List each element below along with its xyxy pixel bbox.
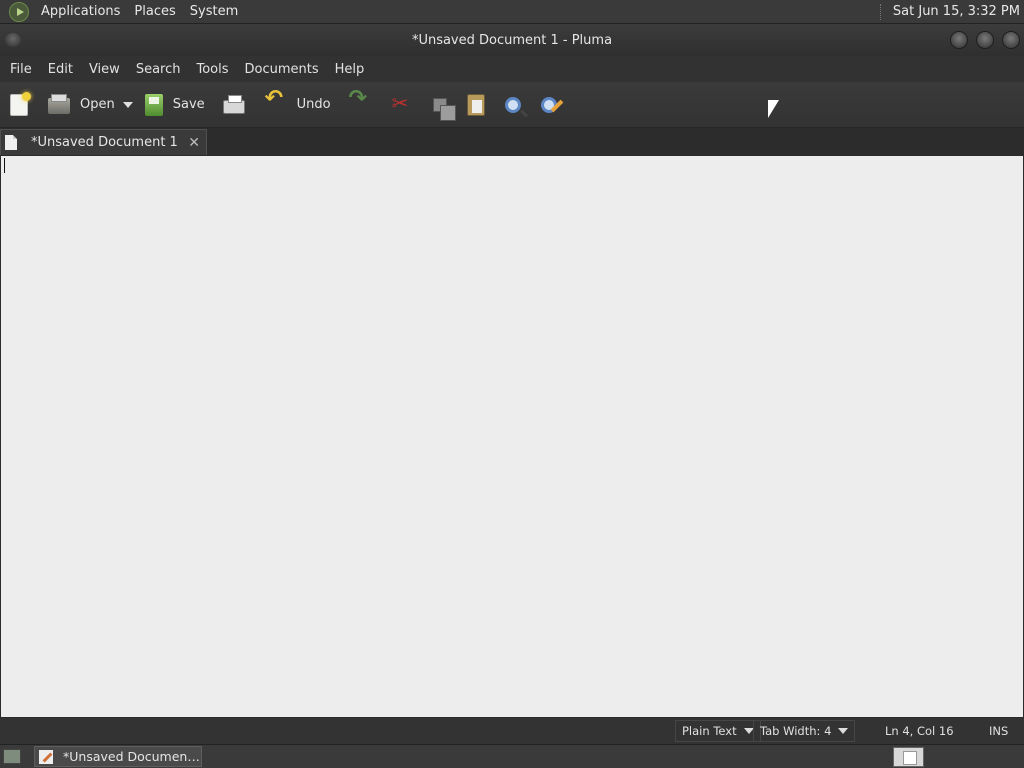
- redo-icon: [349, 86, 371, 116]
- replace-button[interactable]: [540, 90, 557, 120]
- bottom-panel: *Unsaved Documen…: [0, 744, 1024, 768]
- text-editor[interactable]: [1, 156, 1023, 717]
- save-label: Save: [172, 97, 205, 112]
- undo-icon: [265, 86, 287, 116]
- mate-menu-icon[interactable]: [9, 1, 29, 22]
- cut-button[interactable]: [391, 90, 413, 120]
- save-button[interactable]: Save: [144, 90, 205, 120]
- undo-button[interactable]: Undo: [265, 86, 331, 120]
- tab-width-selector[interactable]: Tab Width: 4: [753, 720, 856, 742]
- system-menu[interactable]: System: [183, 4, 245, 19]
- redo-button[interactable]: [349, 86, 371, 120]
- text-caret: [4, 158, 5, 173]
- close-tab-icon[interactable]: ✕: [188, 135, 200, 151]
- show-desktop-icon[interactable]: [3, 749, 21, 764]
- find-button[interactable]: [504, 90, 521, 120]
- open-button[interactable]: Open: [48, 90, 115, 120]
- window-titlebar[interactable]: *Unsaved Document 1 - Pluma: [0, 24, 1024, 56]
- clock[interactable]: Sat Jun 15, 3:32 PM: [893, 4, 1020, 19]
- print-button[interactable]: [222, 90, 245, 120]
- tab-label: *Unsaved Document 1: [31, 135, 178, 150]
- editor-line: [4, 158, 1020, 176]
- insert-mode-indicator: INS: [989, 724, 1009, 738]
- new-button[interactable]: [10, 90, 31, 120]
- menu-file[interactable]: File: [3, 62, 39, 77]
- undo-label: Undo: [296, 97, 331, 112]
- document-tabstrip: *Unsaved Document 1 ✕: [0, 128, 1024, 155]
- window-title: *Unsaved Document 1 - Pluma: [411, 32, 613, 48]
- language-label: Plain Text: [682, 724, 737, 738]
- menu-documents[interactable]: Documents: [238, 62, 326, 77]
- menubar: File Edit View Search Tools Documents He…: [0, 56, 1024, 82]
- document-icon: [5, 135, 17, 150]
- pluma-icon: [39, 749, 53, 764]
- tab-width-label: Tab Width: 4: [760, 724, 832, 738]
- taskbar-item-pluma[interactable]: *Unsaved Documen…: [34, 746, 202, 767]
- print-icon: [222, 94, 245, 114]
- find-icon: [504, 96, 521, 113]
- save-icon: [144, 93, 163, 116]
- places-menu[interactable]: Places: [127, 4, 182, 19]
- open-label: Open: [80, 97, 115, 112]
- menu-edit[interactable]: Edit: [41, 62, 80, 77]
- panel-separator: [879, 3, 882, 20]
- language-selector[interactable]: Plain Text: [675, 720, 761, 742]
- copy-icon: [432, 97, 456, 121]
- tab-unsaved-document-1[interactable]: *Unsaved Document 1 ✕: [0, 129, 207, 155]
- statusbar: Plain Text Tab Width: 4 Ln 4, Col 16 INS: [0, 718, 1024, 744]
- toolbar: Open Save Undo: [0, 82, 1024, 128]
- window-menu-button[interactable]: [5, 33, 21, 47]
- paste-button[interactable]: [466, 90, 485, 120]
- copy-button[interactable]: [432, 90, 456, 121]
- menu-tools[interactable]: Tools: [189, 62, 235, 77]
- open-recent-dropdown[interactable]: [122, 101, 133, 108]
- cut-icon: [391, 91, 413, 116]
- menu-search[interactable]: Search: [129, 62, 188, 77]
- top-panel: Applications Places System Sat Jun 15, 3…: [0, 0, 1024, 24]
- find-replace-icon: [540, 96, 557, 113]
- cursor-position: Ln 4, Col 16: [885, 724, 954, 738]
- taskbar-item-label: *Unsaved Documen…: [63, 749, 200, 764]
- close-window-button[interactable]: [1002, 31, 1020, 49]
- applications-menu[interactable]: Applications: [34, 4, 127, 19]
- new-document-icon: [10, 91, 31, 116]
- workspace-switcher[interactable]: [893, 747, 924, 767]
- chevron-down-icon: [838, 728, 849, 734]
- menu-help[interactable]: Help: [328, 62, 372, 77]
- menu-view[interactable]: View: [82, 62, 127, 77]
- maximize-button[interactable]: [976, 31, 994, 49]
- minimize-button[interactable]: [950, 31, 968, 49]
- paste-icon: [466, 93, 485, 116]
- open-icon: [48, 93, 70, 114]
